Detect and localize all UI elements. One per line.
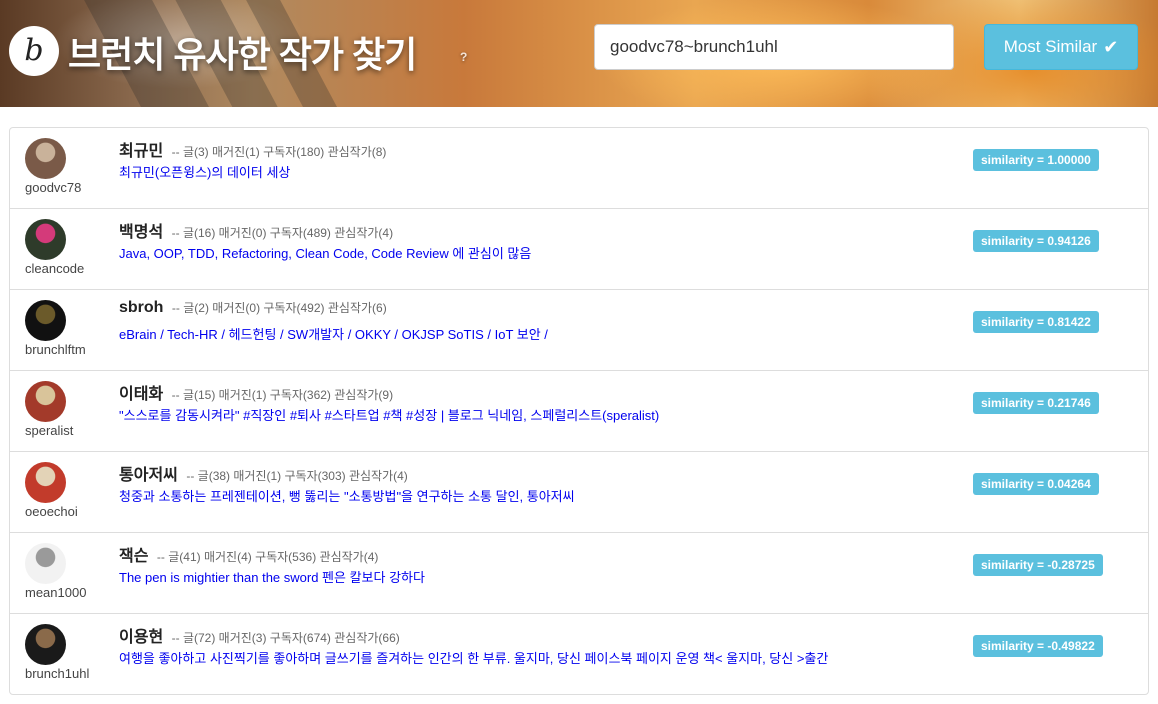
author-header: 이용현 -- 글(72) 매거진(3) 구독자(674) 관심작가(66) (119, 623, 400, 647)
author-id[interactable]: mean1000 (25, 585, 86, 600)
similarity-badge: similarity = -0.28725 (973, 554, 1103, 576)
author-name[interactable]: 이용현 (119, 629, 163, 646)
check-icon: ✔ (1103, 36, 1119, 57)
author-name[interactable]: 잭슨 (119, 548, 148, 565)
author-id[interactable]: oeoechoi (25, 504, 78, 519)
similarity-badge: similarity = 0.04264 (973, 473, 1099, 495)
list-item: speralist 이태화 -- 글(15) 매거진(1) 구독자(362) 관… (10, 371, 1148, 452)
list-item: goodvc78 최규민 -- 글(3) 매거진(1) 구독자(180) 관심작… (10, 128, 1148, 209)
author-description[interactable]: 여행을 좋아하고 사진찍기를 좋아하며 글쓰기를 즐겨하는 인간의 한 부류. … (119, 648, 828, 667)
help-icon[interactable]: ? (460, 50, 471, 64)
avatar[interactable] (25, 543, 66, 584)
list-item: brunchlftm sbroh -- 글(2) 매거진(0) 구독자(492)… (10, 290, 1148, 371)
similarity-badge: similarity = 0.81422 (973, 311, 1099, 333)
author-id[interactable]: goodvc78 (25, 180, 81, 195)
similarity-badge: similarity = 0.94126 (973, 230, 1099, 252)
author-stats: -- 글(72) 매거진(3) 구독자(674) 관심작가(66) (171, 631, 400, 645)
author-id[interactable]: brunch1uhl (25, 666, 89, 681)
avatar[interactable] (25, 381, 66, 422)
similarity-badge: similarity = 0.21746 (973, 392, 1099, 414)
author-header: sbroh -- 글(2) 매거진(0) 구독자(492) 관심작가(6) (119, 299, 387, 317)
list-item: mean1000 잭슨 -- 글(41) 매거진(4) 구독자(536) 관심작… (10, 533, 1148, 614)
author-id[interactable]: speralist (25, 423, 73, 438)
list-item: brunch1uhl 이용현 -- 글(72) 매거진(3) 구독자(674) … (10, 614, 1148, 694)
author-description[interactable]: eBrain / Tech-HR / 헤드헌팅 / SW개발자 / OKKY /… (119, 324, 548, 343)
author-name[interactable]: 백명석 (119, 224, 163, 241)
author-id[interactable]: brunchlftm (25, 342, 86, 357)
author-description[interactable]: Java, OOP, TDD, Refactoring, Clean Code,… (119, 243, 531, 262)
avatar[interactable] (25, 138, 66, 179)
author-stats: -- 글(3) 매거진(1) 구독자(180) 관심작가(8) (171, 145, 387, 159)
author-stats: -- 글(2) 매거진(0) 구독자(492) 관심작가(6) (171, 301, 387, 315)
list-item: oeoechoi 통아저씨 -- 글(38) 매거진(1) 구독자(303) 관… (10, 452, 1148, 533)
author-stats: -- 글(41) 매거진(4) 구독자(536) 관심작가(4) (156, 550, 379, 564)
author-header: 이태화 -- 글(15) 매거진(1) 구독자(362) 관심작가(9) (119, 380, 393, 404)
author-name[interactable]: sbroh (119, 299, 163, 316)
author-list: goodvc78 최규민 -- 글(3) 매거진(1) 구독자(180) 관심작… (9, 127, 1149, 695)
avatar[interactable] (25, 462, 66, 503)
most-similar-button[interactable]: Most Similar ✔ (984, 24, 1138, 70)
author-name[interactable]: 최규민 (119, 143, 163, 160)
avatar[interactable] (25, 300, 66, 341)
similarity-badge: similarity = 1.00000 (973, 149, 1099, 171)
author-name[interactable]: 통아저씨 (119, 467, 178, 484)
avatar[interactable] (25, 624, 66, 665)
author-name[interactable]: 이태화 (119, 386, 163, 403)
page-title: 브런치 유사한 작가 찾기 (68, 34, 417, 75)
brunch-logo-icon[interactable]: b (9, 26, 59, 76)
author-id[interactable]: cleancode (25, 261, 84, 276)
author-stats: -- 글(16) 매거진(0) 구독자(489) 관심작가(4) (171, 226, 394, 240)
avatar[interactable] (25, 219, 66, 260)
search-input[interactable] (594, 24, 954, 70)
author-header: 최규민 -- 글(3) 매거진(1) 구독자(180) 관심작가(8) (119, 137, 386, 161)
list-item: cleancode 백명석 -- 글(16) 매거진(0) 구독자(489) 관… (10, 209, 1148, 290)
author-description[interactable]: "스스로를 감동시켜라" #직장인 #퇴사 #스타트업 #책 #성장 | 블로그… (119, 405, 659, 424)
author-stats: -- 글(38) 매거진(1) 구독자(303) 관심작가(4) (186, 469, 408, 483)
logo-glyph: b (24, 33, 44, 68)
author-description[interactable]: The pen is mightier than the sword 펜은 칼보… (119, 567, 425, 586)
author-description[interactable]: 최규민(오픈윙스)의 데이터 세상 (119, 162, 290, 181)
header-banner: b 브런치 유사한 작가 찾기 ? Most Similar ✔ (0, 0, 1158, 107)
most-similar-label: Most Similar (1003, 37, 1098, 56)
author-header: 통아저씨 -- 글(38) 매거진(1) 구독자(303) 관심작가(4) (119, 461, 408, 485)
author-header: 백명석 -- 글(16) 매거진(0) 구독자(489) 관심작가(4) (119, 218, 393, 242)
author-description[interactable]: 청중과 소통하는 프레젠테이션, 뻥 뚫리는 "소통방법"을 연구하는 소통 달… (119, 486, 575, 505)
author-header: 잭슨 -- 글(41) 매거진(4) 구독자(536) 관심작가(4) (119, 542, 378, 566)
similarity-badge: similarity = -0.49822 (973, 635, 1103, 657)
author-stats: -- 글(15) 매거진(1) 구독자(362) 관심작가(9) (171, 388, 394, 402)
